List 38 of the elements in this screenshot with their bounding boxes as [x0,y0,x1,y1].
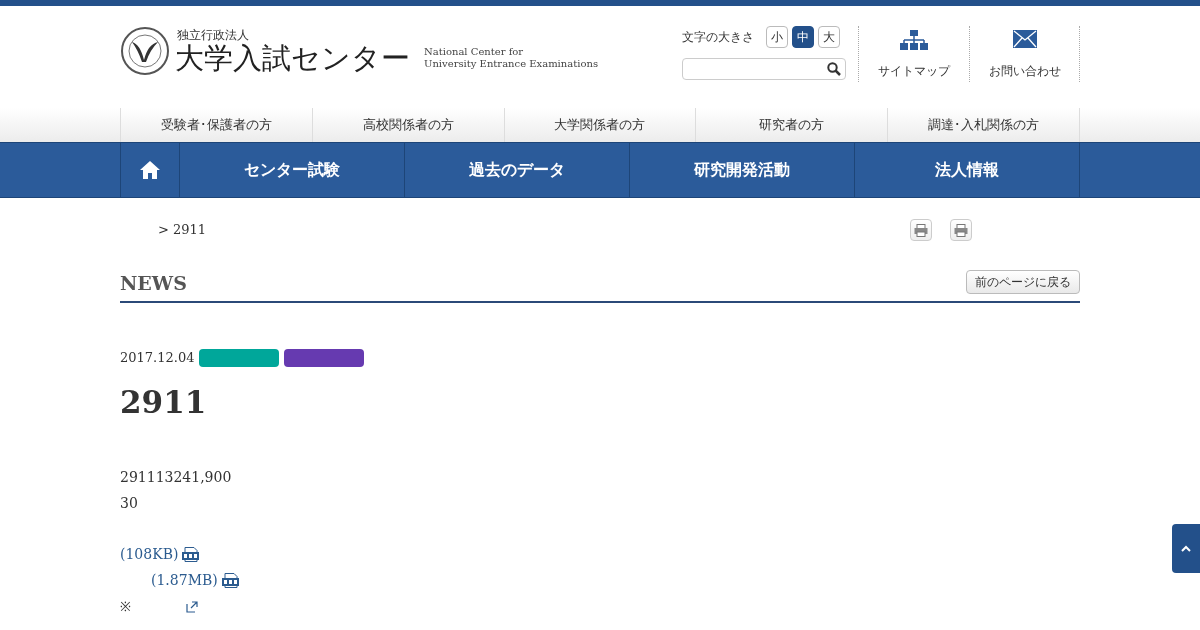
back-to-top-button[interactable] [1172,524,1200,573]
home-icon [140,161,160,179]
english-name: University Entrance Examinations [424,58,599,70]
article-paragraph: 291113241,900 [120,467,233,487]
article-paragraph: 30 [120,493,139,513]
sitemap-link[interactable]: サイトマップ [858,26,969,82]
external-link-icon [186,600,198,613]
font-size-button[interactable]: 大 [818,26,840,48]
note-mark: ※ [120,597,131,616]
main-nav-link[interactable]: 研究開発活動 [630,143,855,197]
logo-emblem-icon [120,26,170,76]
file-link[interactable]: (108KB) [120,544,179,565]
main-nav-link[interactable]: 法人情報 [855,143,1080,197]
printer-icon [954,223,968,237]
font-size-button[interactable]: 小 [766,26,788,48]
back-button[interactable]: 前のページに戻る [966,270,1080,294]
caret-icon [1181,545,1191,552]
sitemap-icon [900,30,928,50]
mail-icon [1012,30,1037,48]
breadcrumb: > 2911 [158,221,207,240]
search-icon [827,62,841,76]
org-name: 大学入試センター [175,42,410,74]
home-button[interactable] [120,143,180,197]
font-size-button[interactable]: 中 [792,26,814,48]
main-nav-link[interactable]: センター試験 [180,143,405,197]
article-date: 2017.12.04 [120,349,195,367]
print-button[interactable] [910,219,932,241]
print-button[interactable] [950,219,972,241]
font-size-label: 文字の大きさ [682,29,754,46]
main-nav-link[interactable]: 過去のデータ [405,143,630,197]
file-link[interactable]: (1.87MB) [151,570,218,591]
article-title: 2911 [120,382,208,422]
printer-icon [914,223,928,237]
search-field[interactable] [682,58,846,80]
section-title: NEWS [120,272,187,294]
contact-link[interactable]: お問い合わせ [969,26,1080,82]
english-name: National Center for [424,46,525,58]
org-type: 独立行政法人 [177,28,250,42]
